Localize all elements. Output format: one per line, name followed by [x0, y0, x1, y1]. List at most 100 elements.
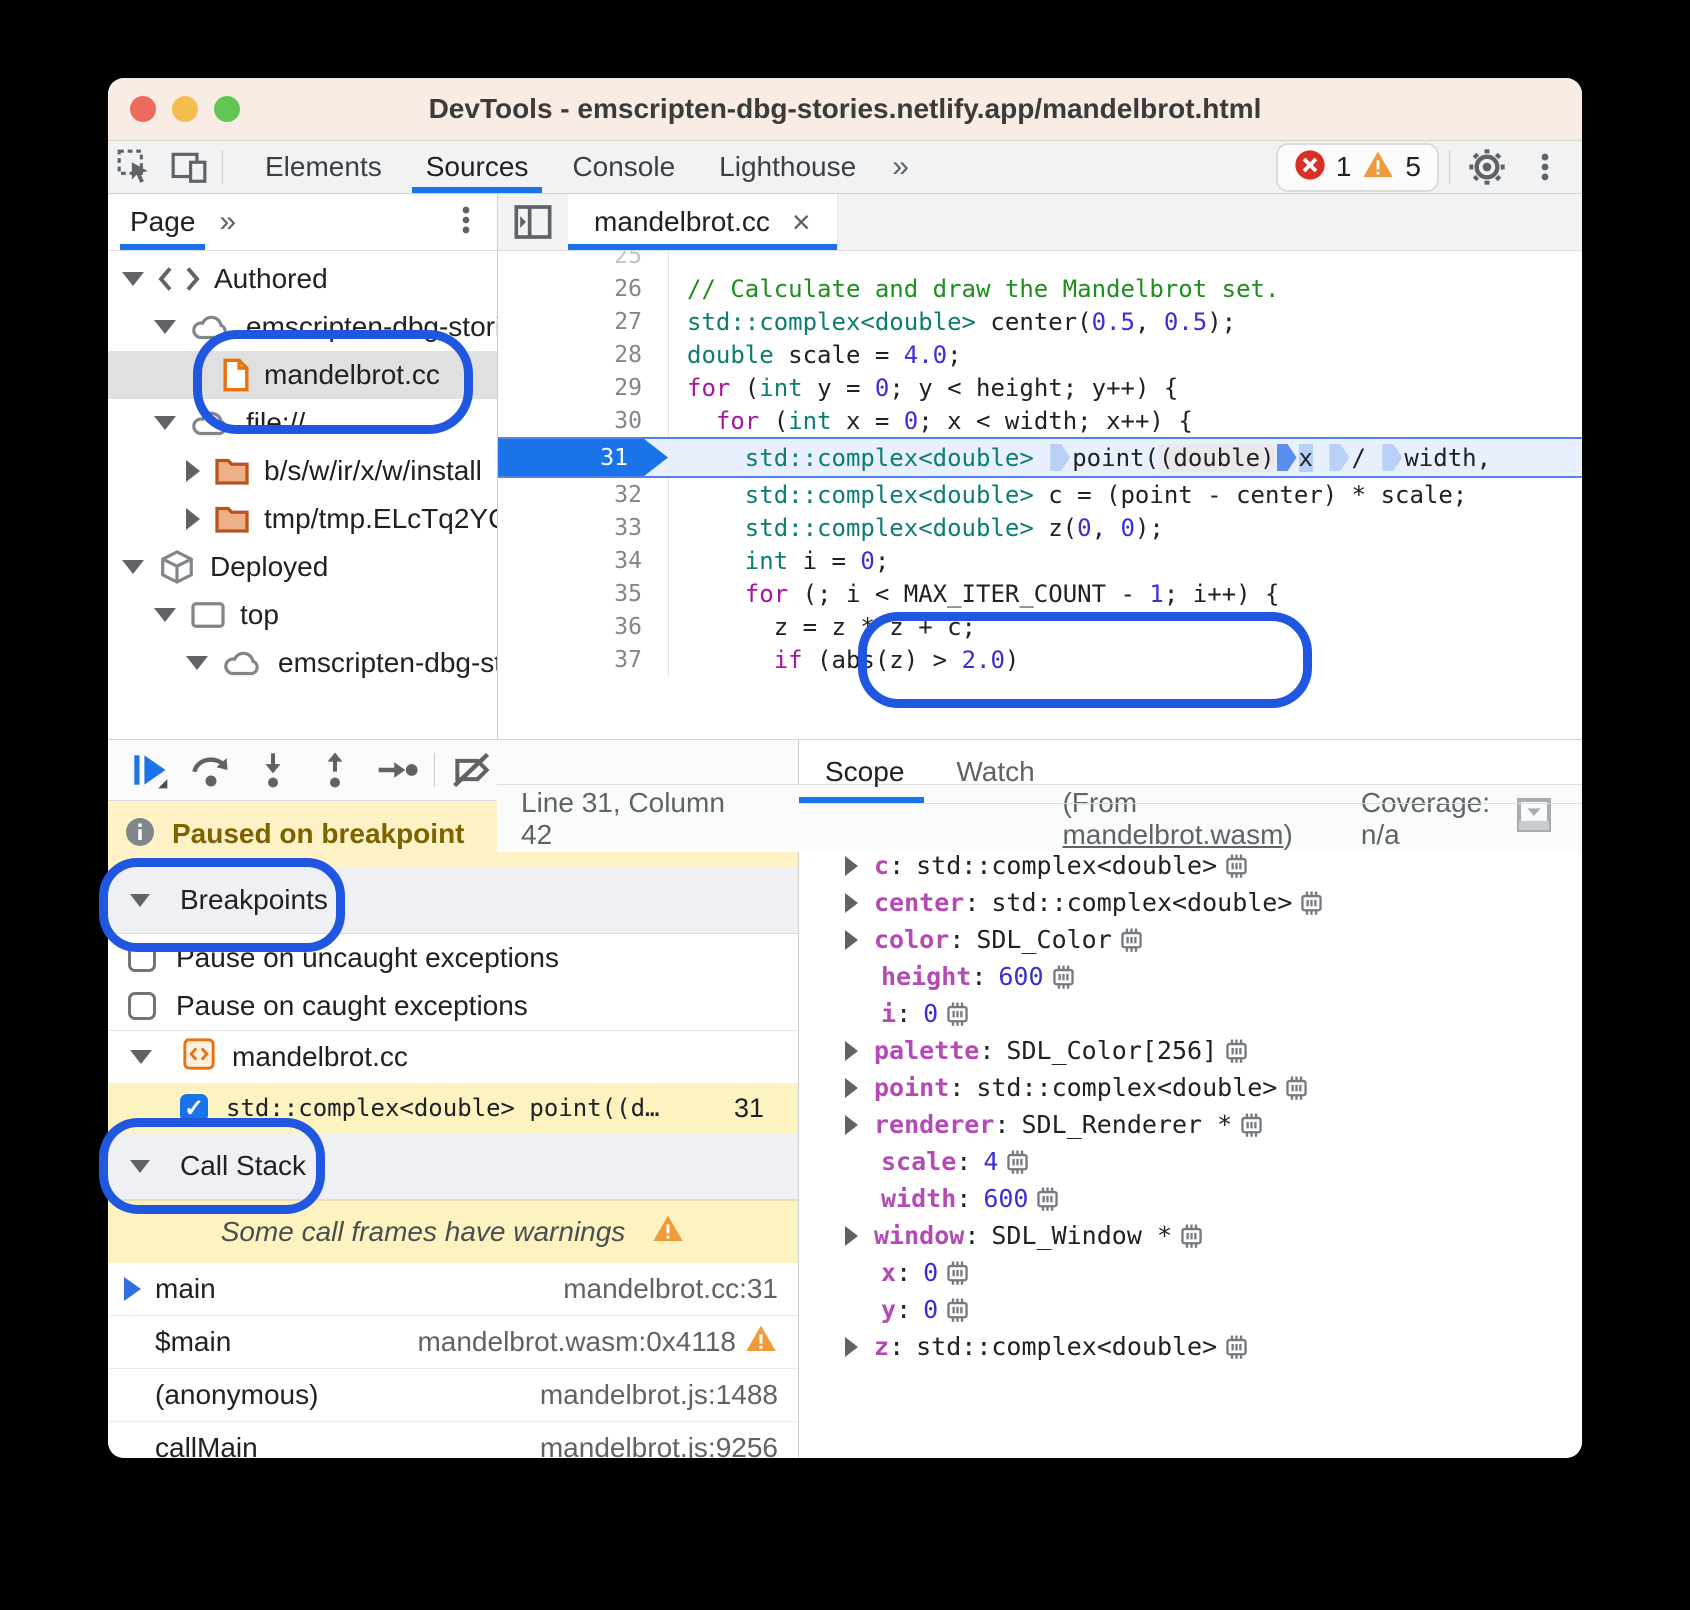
navigator-kebab-icon[interactable] [449, 202, 483, 243]
memory-inspector-icon[interactable] [1221, 850, 1252, 881]
scope-prop-x[interactable]: x:0 [799, 1254, 1582, 1291]
step-into-icon[interactable] [242, 744, 304, 796]
tree-item-tmp-tmp-elctq2yc[interactable]: tmp/tmp.ELcTq2YC [108, 495, 497, 543]
scope-prop-height[interactable]: height:600 [799, 958, 1582, 995]
line-number[interactable]: 34 [498, 548, 668, 574]
memory-inspector-icon[interactable] [942, 998, 973, 1029]
code-line-36[interactable]: 36 z = z * z + c; [498, 610, 1582, 643]
breakpoint-checkbox[interactable]: ✓ [180, 1094, 208, 1122]
tree-item-file-[interactable]: file:// [108, 399, 497, 447]
memory-inspector-icon[interactable] [942, 1294, 973, 1325]
chevron-down-icon[interactable] [122, 560, 144, 574]
device-toolbar-icon[interactable] [162, 145, 216, 189]
issues-badge[interactable]: 1 5 [1276, 143, 1439, 192]
scope-prop-width[interactable]: width:600 [799, 1180, 1582, 1217]
checkbox-row-pause-on-caught-exceptions[interactable]: Pause on caught exceptions [108, 982, 798, 1030]
continue-to-marker-icon[interactable] [1050, 444, 1070, 471]
chevron-right-icon[interactable] [845, 893, 858, 913]
tab-scope[interactable]: Scope [799, 740, 930, 803]
scope-prop-window[interactable]: window:SDL_Window * [799, 1217, 1582, 1254]
checkbox[interactable] [128, 992, 156, 1020]
callstack-frame-$main[interactable]: $mainmandelbrot.wasm:0x4118 [108, 1316, 798, 1369]
memory-inspector-icon[interactable] [1116, 924, 1147, 955]
line-number[interactable]: 30 [498, 408, 668, 434]
code-line-26[interactable]: 26// Calculate and draw the Mandelbrot s… [498, 272, 1582, 305]
chevron-down-icon[interactable] [154, 608, 176, 622]
line-number[interactable]: 25 [498, 251, 668, 269]
more-navigator-tabs-icon[interactable]: » [205, 205, 250, 239]
code-line-28[interactable]: 28double scale = 4.0; [498, 338, 1582, 371]
editor-tab-mandelbrot[interactable]: mandelbrot.cc × [568, 194, 838, 250]
continue-to-marker-icon[interactable] [1382, 444, 1402, 471]
line-number[interactable]: 33 [498, 515, 668, 541]
line-number[interactable]: 26 [498, 276, 668, 302]
line-number[interactable]: 28 [498, 342, 668, 368]
panel-tab-elements[interactable]: Elements [243, 141, 404, 193]
step-out-icon[interactable] [304, 744, 366, 796]
scope-prop-palette[interactable]: palette:SDL_Color[256] [799, 1032, 1582, 1069]
memory-inspector-icon[interactable] [1176, 1220, 1207, 1251]
breakpoints-section-header[interactable]: Breakpoints [108, 867, 798, 934]
chevron-right-icon[interactable] [845, 856, 858, 876]
scope-prop-scale[interactable]: scale:4 [799, 1143, 1582, 1180]
scope-prop-renderer[interactable]: renderer:SDL_Renderer * [799, 1106, 1582, 1143]
checkbox-row-pause-on-uncaught-exceptions[interactable]: Pause on uncaught exceptions [108, 934, 798, 982]
deactivate-breakpoints-icon[interactable] [441, 744, 503, 796]
tree-item-emscripten-dbg-storie[interactable]: emscripten-dbg-storie [108, 303, 497, 351]
code-line-35[interactable]: 35 for (; i < MAX_ITER_COUNT - 1; i++) { [498, 577, 1582, 610]
code-line-30[interactable]: 30 for (int x = 0; x < width; x++) { [498, 404, 1582, 437]
resume-icon[interactable] [118, 744, 180, 796]
line-number[interactable]: 29 [498, 375, 668, 401]
chevron-right-icon[interactable] [845, 1078, 858, 1098]
scope-prop-point[interactable]: point:std::complex<double> [799, 1069, 1582, 1106]
code-line-33[interactable]: 33 std::complex<double> z(0, 0); [498, 511, 1582, 544]
chevron-right-icon[interactable] [845, 1337, 858, 1357]
scope-prop-i[interactable]: i:0 [799, 995, 1582, 1032]
chevron-down-icon[interactable] [154, 320, 176, 334]
chevron-right-icon[interactable] [186, 460, 200, 482]
scope-prop-c[interactable]: c:std::complex<double> [799, 847, 1582, 884]
breakpoint-entry[interactable]: ✓ std::complex<double> point((d… 31 [108, 1083, 798, 1133]
tree-item-authored[interactable]: Authored [108, 255, 497, 303]
memory-inspector-icon[interactable] [1048, 961, 1079, 992]
maximize-window-button[interactable] [214, 96, 240, 122]
callstack-section-header[interactable]: Call Stack [108, 1133, 798, 1200]
scope-prop-color[interactable]: color:SDL_Color [799, 921, 1582, 958]
close-tab-icon[interactable]: × [792, 204, 811, 241]
collapse-sidebar-icon[interactable] [498, 194, 568, 250]
tree-item-mandelbrot-cc[interactable]: mandelbrot.cc [108, 351, 497, 399]
chevron-down-icon[interactable] [122, 272, 144, 286]
scope-prop-z[interactable]: z:std::complex<double> [799, 1328, 1582, 1365]
code-line-29[interactable]: 29for (int y = 0; y < height; y++) { [498, 371, 1582, 404]
line-number[interactable]: 37 [498, 647, 668, 673]
step-icon[interactable] [366, 744, 428, 796]
tree-item-emscripten-dbg-sto[interactable]: emscripten-dbg-sto [108, 639, 497, 687]
memory-inspector-icon[interactable] [942, 1257, 973, 1288]
code-editor[interactable]: 25 26// Calculate and draw the Mandelbrot… [498, 251, 1582, 739]
memory-inspector-icon[interactable] [1221, 1331, 1252, 1362]
line-number[interactable]: 35 [498, 581, 668, 607]
callstack-frame-main[interactable]: mainmandelbrot.cc:31 [108, 1263, 798, 1316]
memory-inspector-icon[interactable] [1032, 1183, 1063, 1214]
code-line-27[interactable]: 27std::complex<double> center(0.5, 0.5); [498, 305, 1582, 338]
gear-icon[interactable] [1460, 145, 1514, 189]
panel-tab-sources[interactable]: Sources [404, 141, 551, 193]
minimize-window-button[interactable] [172, 96, 198, 122]
line-number[interactable]: 27 [498, 309, 668, 335]
chevron-right-icon[interactable] [845, 1226, 858, 1246]
scope-prop-y[interactable]: y:0 [799, 1291, 1582, 1328]
inspect-icon[interactable] [108, 145, 162, 189]
code-line-32[interactable]: 32 std::complex<double> c = (point - cen… [498, 478, 1582, 511]
line-number[interactable]: 36 [498, 614, 668, 640]
tab-page[interactable]: Page [120, 194, 205, 250]
code-line-34[interactable]: 34 int i = 0; [498, 544, 1582, 577]
callstack-frame-callmain[interactable]: callMainmandelbrot.js:9256 [108, 1422, 798, 1458]
memory-inspector-icon[interactable] [1236, 1109, 1267, 1140]
code-line-37[interactable]: 37 if (abs(z) > 2.0) [498, 643, 1582, 676]
chevron-right-icon[interactable] [845, 1115, 858, 1135]
memory-inspector-icon[interactable] [1221, 1035, 1252, 1066]
chevron-down-icon[interactable] [186, 656, 208, 670]
chevron-right-icon[interactable] [186, 508, 200, 530]
tree-item-b-s-w-ir-x-w-install[interactable]: b/s/w/ir/x/w/install [108, 447, 497, 495]
tree-item-top[interactable]: top [108, 591, 497, 639]
